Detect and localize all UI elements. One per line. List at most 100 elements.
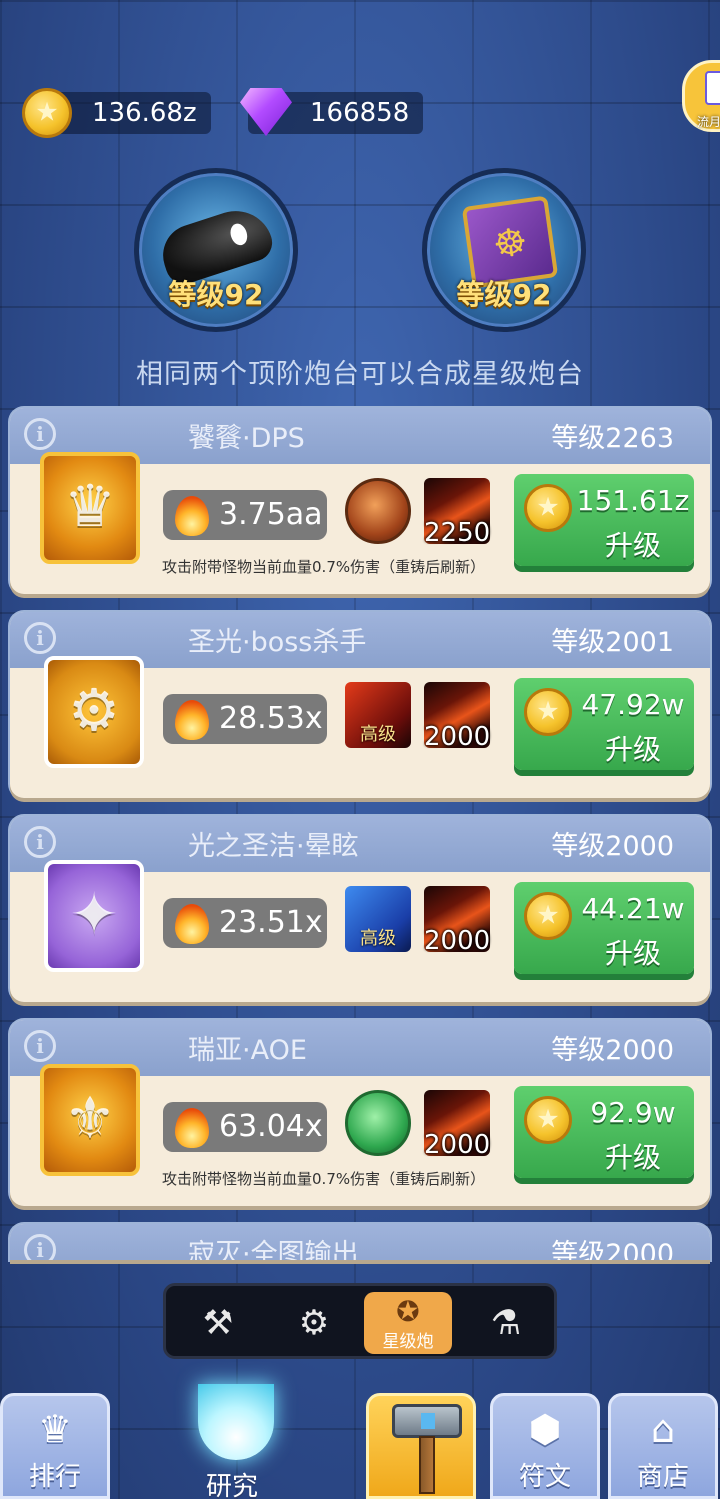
nav-shop[interactable]: ⌂ 商店	[608, 1393, 718, 1499]
side-event-button[interactable]: 流月	[682, 60, 720, 132]
turret-card: i 寂灭·全图输出 等级2000	[10, 1224, 710, 1260]
cannon-icon: ⚙	[298, 1303, 330, 1343]
gold-amount: 136.68z	[92, 98, 197, 128]
nav-ranking[interactable]: ♛ 排行	[0, 1393, 110, 1499]
power-value: 63.04x	[219, 1109, 323, 1144]
bullet-upgrade-button[interactable]: 等级92	[134, 168, 298, 332]
turret-portrait[interactable]: ⚜	[40, 1064, 140, 1176]
tab-lab[interactable]: ⚗	[462, 1292, 550, 1354]
book-upgrade-button[interactable]: 等级92	[422, 168, 586, 332]
card-header: i 寂灭·全图输出 等级2000	[10, 1224, 710, 1260]
power-badge: 23.51x	[163, 898, 327, 948]
fire-skill-icon[interactable]: 2250	[424, 478, 490, 548]
side-event-label: 流月	[697, 115, 720, 129]
tab-turret[interactable]: ⚒	[174, 1292, 262, 1354]
flame-icon	[175, 496, 209, 536]
upgrade-button[interactable]: 44.21w 升级	[514, 882, 694, 974]
nav-runes[interactable]: ⬢ 符文	[490, 1393, 600, 1499]
medal-icon: ✪	[396, 1295, 420, 1328]
upgrade-label: 升级	[604, 733, 661, 766]
skill-level: 2000	[424, 1130, 491, 1160]
fire-skill-icon[interactable]: 2000	[424, 886, 490, 956]
turret-level: 等级2000	[551, 831, 674, 862]
upgrade-label: 升级	[604, 1141, 661, 1174]
upgrade-cost: 44.21w	[581, 892, 685, 925]
research-flask-icon[interactable]	[198, 1384, 274, 1460]
skill-level: 2250	[424, 518, 491, 548]
info-icon[interactable]: i	[24, 1234, 56, 1260]
upgrade-button[interactable]: 92.9w 升级	[514, 1086, 694, 1178]
book-level: 等级92	[456, 278, 552, 311]
fire-skill-icon[interactable]: 2000	[424, 682, 490, 752]
flask-icon: ⚗	[490, 1303, 522, 1343]
upgrade-button[interactable]: 151.61z 升级	[514, 474, 694, 566]
skill-level: 2000	[424, 926, 491, 956]
cannon-turret-icon: ⚙	[68, 676, 120, 744]
turret-name: 圣光·boss杀手	[188, 627, 367, 658]
power-value: 28.53x	[219, 701, 323, 736]
bottom-nav: ♛ 排行 ⬢ 符文 ⌂ 商店	[0, 1385, 720, 1499]
gold-coin-icon	[22, 88, 72, 138]
turret-level: 等级2000	[551, 1239, 674, 1260]
skill-icon[interactable]: 高级	[345, 682, 411, 748]
info-icon[interactable]: i	[24, 1030, 56, 1062]
tab-star-turret[interactable]: ✪ 星级炮	[364, 1292, 452, 1354]
nav-research-label[interactable]: 研究	[206, 1466, 258, 1499]
coin-icon	[524, 688, 572, 736]
nav-ranking-label: 排行	[28, 1462, 81, 1492]
merge-hint: 相同两个顶阶炮台可以合成星级炮台	[136, 359, 584, 390]
skill-icon[interactable]	[345, 1090, 411, 1156]
shop-icon: ⌂	[650, 1407, 676, 1451]
turret-name: 瑞亚·AOE	[188, 1035, 307, 1066]
turret-card: i 饕餮·DPS 等级2263 ♛ 3.75aa 2250 151.61z 升级…	[10, 408, 710, 594]
coin-icon	[524, 1096, 572, 1144]
coin-icon	[524, 484, 572, 532]
nav-shop-label: 商店	[636, 1462, 689, 1492]
turret-portrait[interactable]: ✦	[44, 860, 144, 972]
upgrade-label: 升级	[604, 529, 661, 562]
turret-description: 攻击附带怪物当前血量0.7%伤害（重铸后刷新）	[162, 1170, 486, 1188]
power-value: 3.75aa	[219, 497, 323, 532]
power-value: 23.51x	[219, 905, 323, 940]
turret-portrait[interactable]: ♛	[40, 452, 140, 564]
crystal-turret-icon: ✦	[69, 880, 119, 948]
turret-name: 饕餮·DPS	[188, 423, 305, 454]
mode-tab-bar: ⚒ ⚙ ✪ 星级炮 ⚗	[163, 1283, 557, 1359]
flame-icon	[175, 700, 209, 740]
power-badge: 28.53x	[163, 694, 327, 744]
upgrade-cost: 47.92w	[581, 688, 685, 721]
fire-skill-icon[interactable]: 2000	[424, 1090, 490, 1160]
wing-turret-icon: ⚜	[64, 1084, 116, 1152]
nav-runes-label: 符文	[518, 1462, 571, 1492]
trophy-icon: ♛	[37, 1407, 73, 1451]
flame-icon	[175, 904, 209, 944]
tab-star-turret-label: 星级炮	[382, 1332, 434, 1352]
skill-icon[interactable]	[345, 478, 411, 544]
dragon-turret-icon: ♛	[64, 472, 116, 540]
flame-icon	[175, 1108, 209, 1148]
skill-tier: 高级	[360, 928, 396, 949]
turret-card: i 圣光·boss杀手 等级2001 ⚙ 28.53x 高级 2000 47.9…	[10, 612, 710, 798]
skill-icon[interactable]: 高级	[345, 886, 411, 952]
turret-level: 等级2001	[551, 627, 674, 658]
info-icon[interactable]: i	[24, 418, 56, 450]
rune-icon: ⬢	[528, 1407, 562, 1451]
turret-portrait[interactable]: ⚙	[44, 656, 144, 768]
turret-card: i 光之圣洁·晕眩 等级2000 ✦ 23.51x 高级 2000 44.21w…	[10, 816, 710, 1002]
tab-cannon[interactable]: ⚙	[270, 1292, 358, 1354]
bullet-level: 等级92	[168, 278, 264, 311]
upgrade-cost: 92.9w	[590, 1096, 676, 1129]
gameboy-icon	[705, 71, 720, 105]
skill-tier: 高级	[360, 724, 396, 745]
coin-icon	[524, 892, 572, 940]
turret-level: 等级2000	[551, 1035, 674, 1066]
turret-name: 寂灭·全图输出	[188, 1239, 359, 1260]
upgrade-button[interactable]: 47.92w 升级	[514, 678, 694, 770]
info-icon[interactable]: i	[24, 622, 56, 654]
gem-amount: 166858	[310, 98, 410, 128]
turret-name: 光之圣洁·晕眩	[188, 831, 359, 862]
turret-level: 等级2263	[551, 423, 674, 454]
power-badge: 3.75aa	[163, 490, 327, 540]
upgrade-label: 升级	[604, 937, 661, 970]
info-icon[interactable]: i	[24, 826, 56, 858]
